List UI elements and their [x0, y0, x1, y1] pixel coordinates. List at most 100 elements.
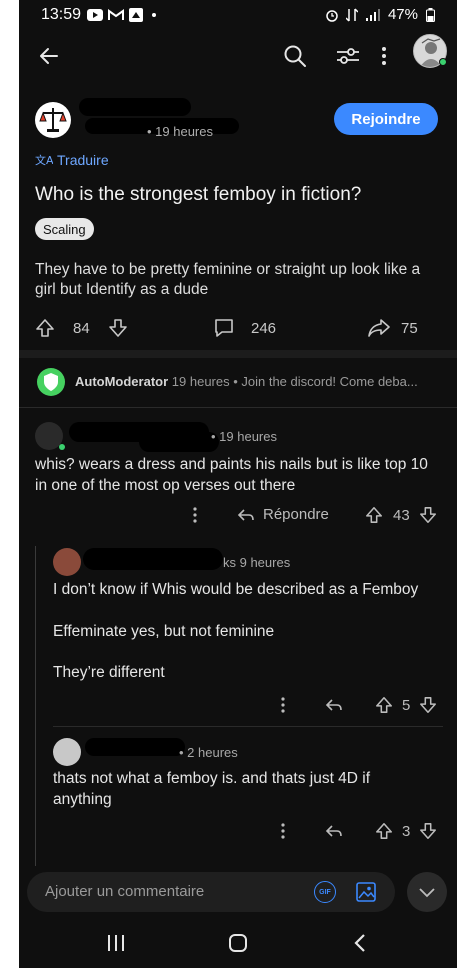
shield-icon — [44, 373, 58, 391]
vote-group: 84 — [35, 318, 128, 338]
alarm-icon — [326, 9, 338, 22]
signal-icon — [365, 8, 380, 21]
online-status-dot — [439, 58, 447, 66]
youtube-icon — [87, 9, 103, 21]
post-body: They have to be pretty feminine or strai… — [35, 261, 421, 298]
notification-icons — [87, 8, 156, 22]
vote-count: 5 — [402, 697, 411, 714]
comment-actions: 5 — [19, 694, 457, 716]
translate-icon: 文A — [35, 153, 53, 167]
downvote-icon[interactable] — [108, 318, 128, 338]
gmail-icon — [108, 9, 124, 20]
more-icon[interactable] — [281, 697, 285, 713]
comment-avatar[interactable] — [53, 548, 81, 576]
comment-time-text: 2 heures — [187, 745, 238, 760]
comment-text: thats not what a femboy is. and thats ju… — [53, 770, 371, 808]
more-notifications-dot — [152, 13, 156, 17]
redacted-username — [79, 98, 191, 116]
network-4g-icon — [345, 7, 358, 22]
upvote-icon[interactable] — [375, 696, 393, 714]
battery-percent: 47% — [387, 6, 418, 23]
recent-apps-icon[interactable] — [107, 934, 125, 952]
translate-label: Traduire — [57, 152, 109, 168]
scales-icon — [39, 108, 67, 132]
comment-text: whis? wears a dress and paints his nails… — [35, 456, 428, 494]
divider — [19, 407, 457, 408]
automod-comment[interactable]: AutoModerator 19 heures • Join the disco… — [19, 364, 457, 400]
android-nav-bar — [19, 918, 457, 968]
upvote-icon[interactable] — [375, 822, 393, 840]
reply-icon[interactable] — [325, 698, 343, 712]
automod-meta: 19 heures • Join the discord! Come deba.… — [168, 374, 418, 389]
share-button[interactable]: 75 — [367, 318, 418, 338]
post-actions: 84 246 75 — [19, 314, 457, 344]
vote-count: 3 — [402, 823, 411, 840]
redacted-username — [83, 548, 223, 570]
post-flair[interactable]: Scaling — [35, 218, 94, 240]
more-icon[interactable] — [193, 507, 197, 523]
comment-time: • 2 heures — [179, 745, 238, 760]
redacted-username — [139, 432, 219, 452]
automod-avatar — [37, 368, 65, 396]
share-icon — [368, 319, 390, 337]
comment-time: ks 9 heures — [223, 555, 291, 570]
phone-screen: 13:59 47% • 19 heures Rejoindre 文A Tradu… — [19, 0, 457, 968]
comment-time: • 19 heures — [211, 429, 277, 444]
section-divider — [19, 350, 457, 358]
reply-icon — [237, 508, 254, 521]
downvote-icon[interactable] — [419, 822, 437, 840]
reply-label: Répondre — [263, 506, 329, 523]
redacted-username — [85, 738, 185, 756]
upvote-icon[interactable] — [35, 318, 55, 338]
back-arrow-icon[interactable] — [37, 44, 61, 68]
photo-icon — [129, 8, 143, 22]
translate-link[interactable]: 文A Traduire — [35, 152, 109, 168]
post-time: • 19 heures — [147, 124, 213, 139]
automod-name: AutoModerator — [75, 374, 169, 389]
chevron-down-icon — [419, 888, 435, 898]
downvote-icon[interactable] — [419, 696, 437, 714]
status-right: 47% — [326, 6, 435, 23]
status-time: 13:59 — [41, 6, 82, 23]
comment-paragraph: They’re different — [53, 664, 165, 681]
search-icon[interactable] — [283, 44, 307, 68]
reply-button[interactable]: Répondre — [237, 506, 329, 523]
share-count: 75 — [401, 319, 418, 337]
status-bar: 13:59 47% — [19, 0, 457, 32]
upvote-icon[interactable] — [365, 506, 383, 524]
reply-icon[interactable] — [325, 824, 343, 838]
vote-count: 43 — [393, 507, 410, 524]
post-title: Who is the strongest femboy in fiction? — [35, 184, 362, 205]
comment-count: 246 — [251, 319, 277, 337]
comment-icon — [215, 319, 233, 337]
comment-paragraph: Effeminate yes, but not feminine — [53, 623, 275, 640]
more-icon[interactable] — [281, 823, 285, 839]
comment-paragraph: I don’t know if Whis would be described … — [53, 581, 419, 598]
comment-time-text: 19 heures — [219, 429, 277, 444]
automod-line: AutoModerator 19 heures • Join the disco… — [75, 374, 445, 389]
join-button[interactable]: Rejoindre — [334, 103, 438, 135]
home-icon[interactable] — [228, 933, 248, 953]
svg-text:文A: 文A — [35, 153, 53, 167]
top-navbar — [19, 32, 457, 84]
downvote-icon[interactable] — [419, 506, 437, 524]
comment-actions: Répondre 43 — [19, 504, 457, 526]
sort-filter-icon[interactable] — [335, 44, 361, 68]
online-status-dot — [59, 444, 65, 450]
composer-placeholder: Ajouter un commentaire — [45, 883, 205, 900]
post-header: • 19 heures Rejoindre — [19, 96, 457, 148]
more-vertical-icon[interactable] — [379, 44, 389, 68]
divider — [53, 726, 443, 727]
comment-actions: 3 — [19, 820, 457, 842]
subreddit-avatar[interactable] — [35, 102, 71, 138]
post-time-text: 19 heures — [155, 124, 213, 139]
back-icon[interactable] — [353, 933, 367, 953]
comments-button[interactable]: 246 — [213, 318, 276, 338]
upvote-count: 84 — [73, 319, 90, 337]
comment-avatar[interactable] — [53, 738, 81, 766]
comment-composer[interactable]: Ajouter un commentaire GIF — [27, 872, 395, 912]
scroll-down-button[interactable] — [407, 872, 447, 912]
image-icon[interactable] — [355, 881, 377, 903]
battery-icon — [426, 7, 435, 22]
gif-icon[interactable]: GIF — [314, 881, 336, 903]
